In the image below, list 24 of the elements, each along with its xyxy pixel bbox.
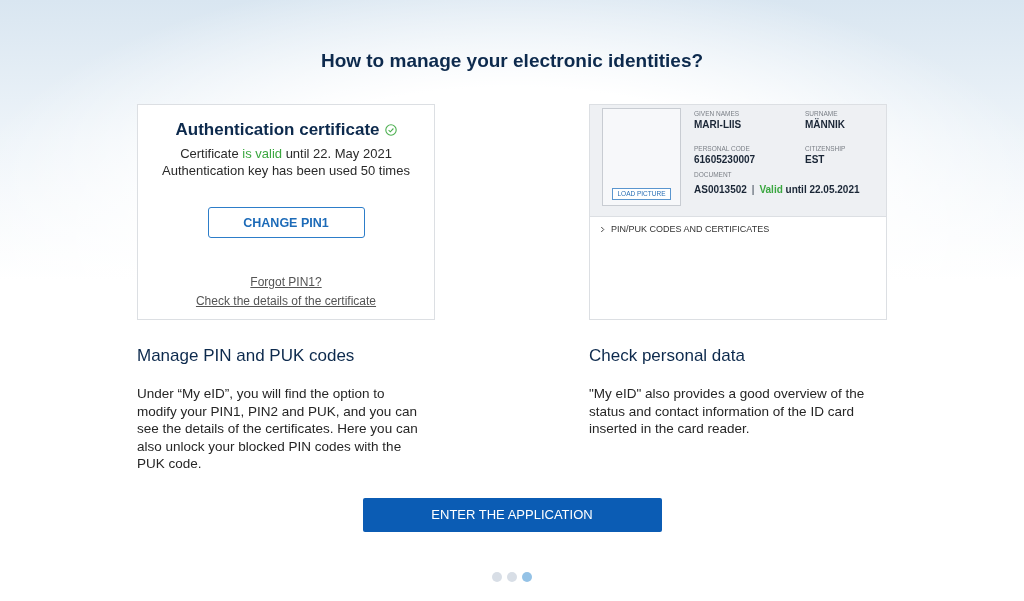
key-usage-text: Authentication key has been used 50 times <box>162 162 410 179</box>
pager-dot-icon[interactable] <box>522 571 532 582</box>
certificate-validity-text: Certificate is valid until 22. May 2021 <box>180 145 392 162</box>
feature-heading: Check personal data <box>589 345 746 367</box>
page-title: How to manage your electronic identities? <box>320 49 704 73</box>
expander-row[interactable]: PIN/PUK CODES AND CERTIFICATES <box>590 217 886 241</box>
change-pin-button[interactable]: CHANGE PIN1 <box>207 207 365 238</box>
pager-dot-icon[interactable] <box>492 571 502 582</box>
document-number: AS0013502 <box>694 183 747 197</box>
enter-application-button[interactable]: ENTER THE APPLICATION <box>362 497 662 532</box>
feature-description: "My eID" also provides a good overview of the status and contact information of the ID card inserted in the card reader. <box>589 385 866 438</box>
certificate-title: Authentication certificate <box>175 119 380 141</box>
text-link[interactable]: Check the details of the certificate <box>195 293 377 309</box>
expander-label: PIN/PUK CODES AND CERTIFICATES <box>611 223 770 235</box>
document-validity: Valid until 22.05.2021 <box>759 183 860 197</box>
separator: | <box>751 183 755 197</box>
pager-dot-icon[interactable] <box>507 571 517 582</box>
field-value: EST <box>805 153 826 167</box>
feature-heading: Manage PIN and PUK codes <box>137 345 356 367</box>
field-value: 61605230007 <box>694 153 757 167</box>
text-link[interactable]: Forgot PIN1? <box>250 274 322 290</box>
field-value: MARI-LIIS <box>694 118 743 132</box>
field-value: MÄNNIK <box>805 118 846 132</box>
feature-description: Under “My eID”, you will find the option to modify your PIN1, PIN2 and PUK, and you can see the details of the certificates. Here you can also unlock your blocked PIN codes with the PUK code. <box>137 385 419 473</box>
